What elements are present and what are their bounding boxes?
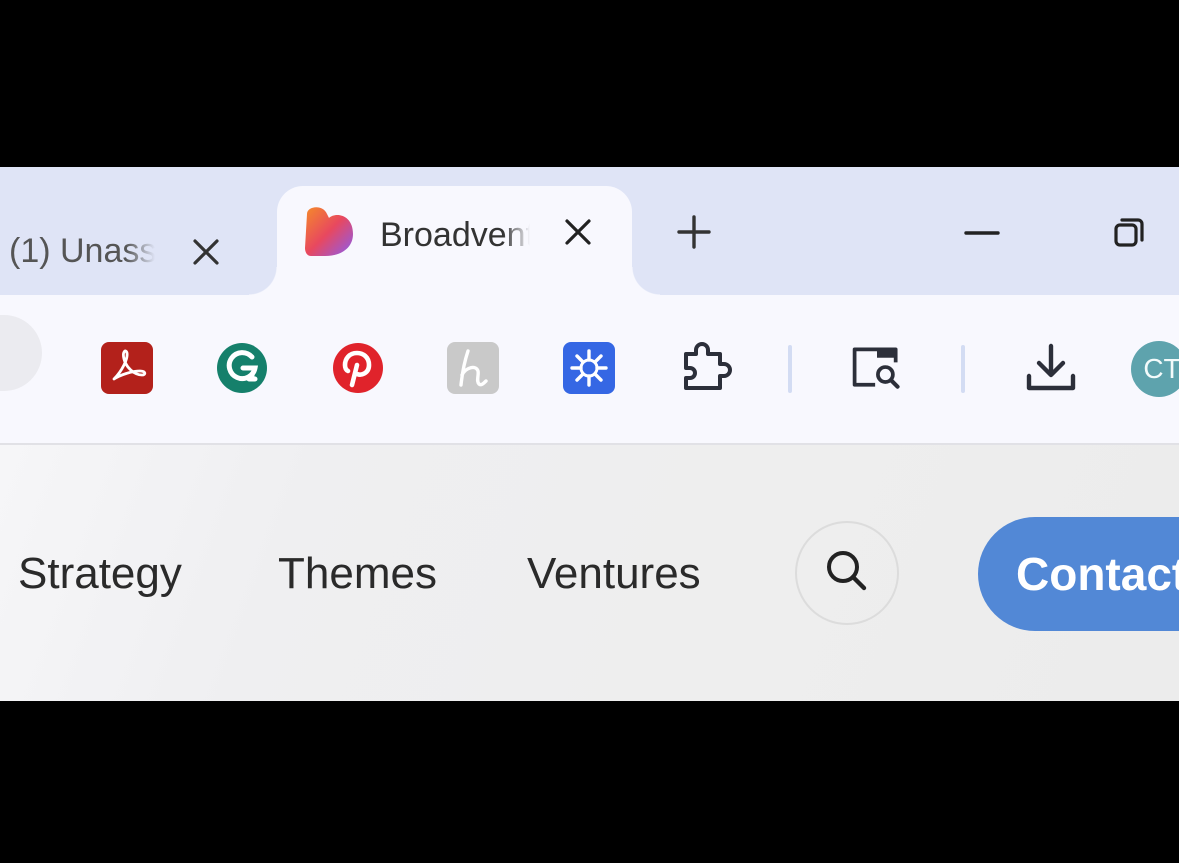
search-button[interactable] <box>795 521 899 625</box>
tab-unassigned[interactable]: (1) Unassigned <box>0 187 268 295</box>
pinterest-icon[interactable] <box>330 340 386 396</box>
restore-icon[interactable] <box>1107 211 1151 255</box>
browser-window: (1) Unassigned Broadvent <box>0 167 1179 701</box>
snowflake-icon[interactable] <box>561 340 617 396</box>
nav-link-themes[interactable]: Themes <box>278 549 437 599</box>
profile-avatar[interactable]: CT <box>1131 341 1179 397</box>
grammarly-icon[interactable] <box>214 340 270 396</box>
close-icon[interactable] <box>558 212 598 252</box>
puzzle-icon[interactable] <box>678 340 734 396</box>
honey-h-icon[interactable] <box>445 340 501 396</box>
search-icon <box>822 546 872 601</box>
tab-strip: (1) Unassigned Broadvent <box>0 167 1179 301</box>
toolbar-separator <box>961 345 965 393</box>
acrobat-icon[interactable] <box>99 340 155 396</box>
nav-link-strategy[interactable]: Strategy <box>18 549 182 599</box>
close-icon[interactable] <box>186 232 226 272</box>
browser-toolbar: CT <box>0 295 1179 445</box>
window-search-icon[interactable] <box>849 340 905 396</box>
nav-link-ventures[interactable]: Ventures <box>527 549 701 599</box>
toolbar-separator <box>788 345 792 393</box>
tab-broadventure[interactable]: Broadventure <box>249 186 660 301</box>
contact-button[interactable]: Contact <box>978 517 1179 631</box>
contact-button-label: Contact <box>1016 548 1179 600</box>
tab-title: (1) Unassigned <box>9 232 155 270</box>
address-bar[interactable] <box>0 315 42 391</box>
plus-icon[interactable] <box>674 212 714 252</box>
tab-title: Broadventure <box>380 216 530 254</box>
minimize-icon[interactable] <box>960 211 1004 255</box>
download-icon[interactable] <box>1023 340 1079 396</box>
page-header: Strategy Themes Ventures Contact <box>0 445 1179 701</box>
heart-logo-icon <box>301 204 357 260</box>
avatar-initials: CT <box>1143 353 1179 384</box>
